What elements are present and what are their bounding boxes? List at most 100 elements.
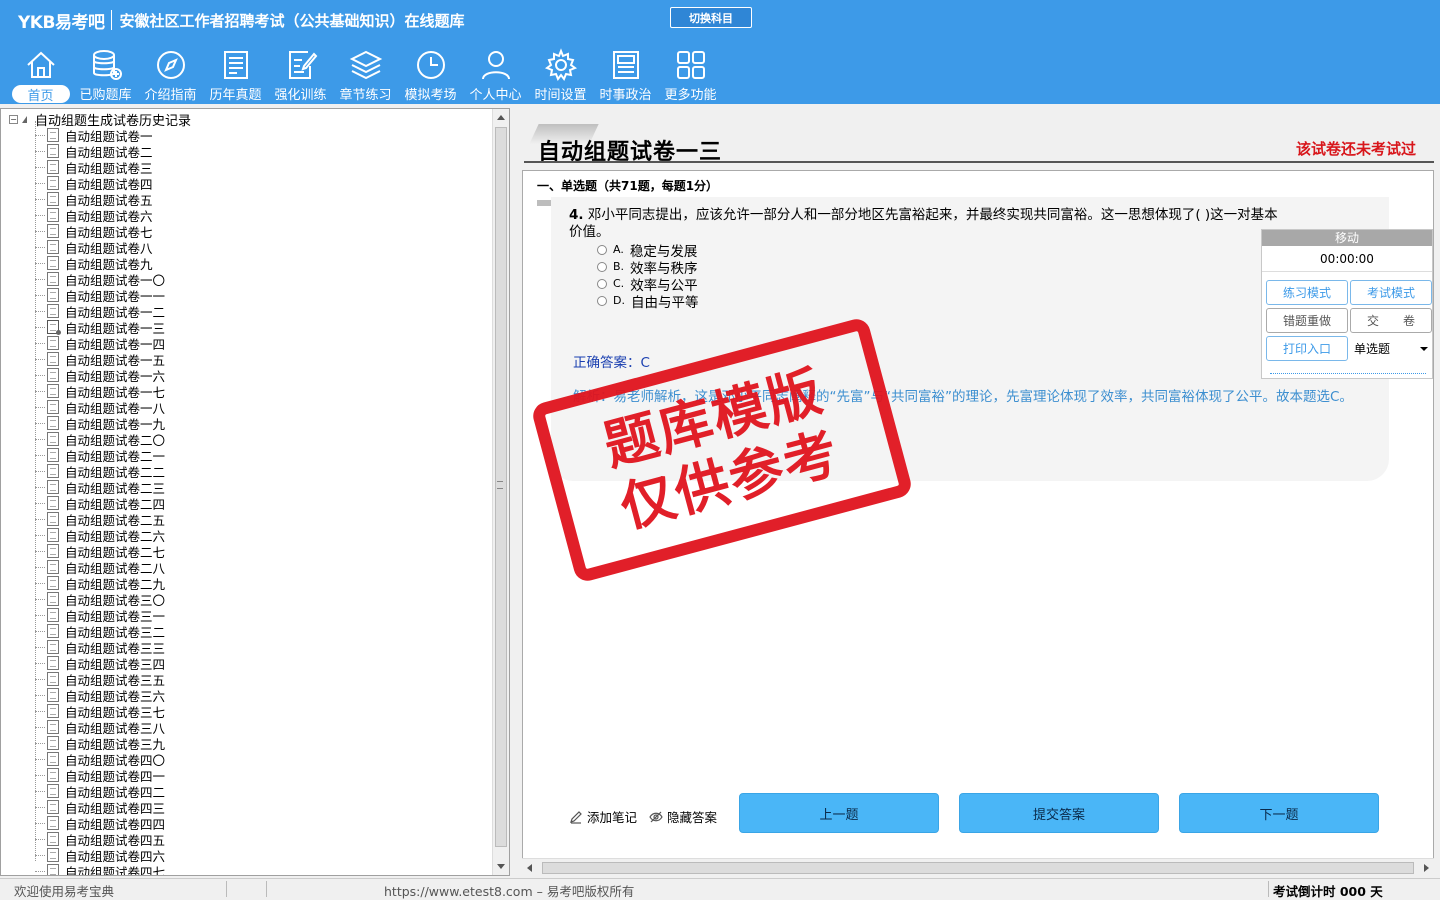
document-icon bbox=[47, 576, 59, 590]
app-title: 安徽社区工作者招聘考试（公共基础知识）在线题库 bbox=[119, 11, 465, 30]
radio-button[interactable] bbox=[597, 261, 607, 272]
tree-item-label: 自动组题试卷四七 bbox=[65, 864, 166, 876]
document-icon bbox=[47, 272, 59, 286]
scroll-up-icon[interactable] bbox=[497, 115, 505, 120]
prev-question-button[interactable]: 上一题 bbox=[739, 793, 939, 833]
nav-label: 更多功能 bbox=[664, 88, 717, 103]
tree-items: 自动组题试卷一 自动组题试卷二 自动组题试卷三 自动组题试卷四 自动组题试卷五 自动组题试… bbox=[1, 127, 165, 875]
document-icon bbox=[47, 848, 59, 862]
practice-mode-button[interactable]: 练习模式 bbox=[1266, 280, 1348, 305]
document-icon bbox=[47, 864, 59, 875]
document-icon bbox=[47, 192, 59, 206]
edit-doc-icon bbox=[288, 51, 317, 79]
correct-answer: 正确答案：C bbox=[573, 355, 650, 371]
option-a[interactable]: A. 稳定与发展 bbox=[597, 241, 698, 260]
option-b[interactable]: B. 效率与秩序 bbox=[597, 258, 698, 277]
document-icon bbox=[47, 832, 59, 846]
submit-paper-button[interactable]: 交 卷 bbox=[1350, 308, 1432, 333]
redo-wrong-button[interactable]: 错题重做 bbox=[1266, 308, 1348, 333]
compass-icon bbox=[156, 51, 185, 79]
gear-icon bbox=[544, 48, 577, 82]
document-icon bbox=[47, 704, 59, 718]
option-letter: B. bbox=[613, 260, 625, 273]
timer-panel: 移动 00:00:00 练习模式 考试模式 错题重做 交 卷 打印入口 单选题 bbox=[1261, 229, 1433, 379]
radio-button[interactable] bbox=[597, 278, 607, 289]
nav-label: 时事政治 bbox=[599, 88, 652, 103]
radio-button[interactable] bbox=[597, 244, 607, 255]
hide-answer-label: 隐藏答案 bbox=[667, 810, 718, 825]
status-separator bbox=[1268, 881, 1269, 897]
hide-answer-link[interactable]: 隐藏答案 bbox=[649, 807, 717, 826]
eye-off-icon bbox=[649, 811, 663, 822]
print-entry-button[interactable]: 打印入口 bbox=[1266, 336, 1348, 361]
nav-item-past-exams[interactable]: 历年真题 bbox=[203, 44, 268, 103]
nav-item-profile[interactable]: 个人中心 bbox=[463, 44, 528, 103]
nav-item-current-affairs[interactable]: 时事政治 bbox=[593, 44, 658, 103]
timer-buttons: 练习模式 考试模式 错题重做 交 卷 打印入口 单选题 bbox=[1266, 280, 1432, 364]
paper-history-panel: − 自动组题生成试卷历史记录 自动组题试卷一 自动组题试卷二 自动组题试卷三 自动组题… bbox=[0, 108, 510, 876]
database-icon bbox=[92, 50, 122, 80]
nav-label: 章节练习 bbox=[339, 88, 392, 103]
action-links: 添加笔记 隐藏答案 bbox=[569, 807, 729, 826]
nav-item-training[interactable]: 强化训练 bbox=[268, 44, 333, 103]
status-separator bbox=[266, 881, 267, 897]
timer-display: 00:00:00 bbox=[1262, 246, 1432, 272]
collapse-icon[interactable]: − bbox=[9, 114, 18, 124]
question-number: 4. bbox=[569, 207, 584, 223]
nav-item-more[interactable]: 更多功能 bbox=[658, 44, 723, 103]
pencil-icon bbox=[570, 810, 582, 824]
home-icon bbox=[26, 51, 55, 78]
document-icon bbox=[47, 496, 59, 510]
title-separator bbox=[111, 10, 113, 30]
tree-item[interactable]: 自动组题试卷四七 bbox=[1, 863, 165, 875]
document-icon bbox=[47, 608, 59, 622]
question-type-select[interactable]: 单选题 bbox=[1350, 336, 1432, 361]
nav-item-chapter[interactable]: 章节练习 bbox=[333, 44, 398, 103]
option-letter: A. bbox=[613, 243, 624, 256]
add-note-link[interactable]: 添加笔记 bbox=[569, 807, 637, 826]
scroll-left-icon[interactable] bbox=[527, 864, 532, 872]
nav-item-home[interactable]: 首页 bbox=[8, 44, 73, 104]
nav-item-mock-exam[interactable]: 模拟考场 bbox=[398, 44, 463, 103]
nav-item-time-settings[interactable]: 时间设置 bbox=[528, 44, 593, 103]
question-text: 4. 邓小平同志提出，应该允许一部分人和一部分地区先富裕起来，并最终实现共同富裕… bbox=[569, 207, 1279, 241]
submit-answer-button[interactable]: 提交答案 bbox=[959, 793, 1159, 833]
layers-icon bbox=[349, 50, 382, 80]
nav-label: 历年真题 bbox=[209, 88, 262, 103]
nav-label: 首页 bbox=[11, 85, 70, 104]
grid-icon bbox=[676, 51, 705, 79]
option-d[interactable]: D. 自由与平等 bbox=[597, 292, 698, 311]
nav-item-guide[interactable]: 介绍指南 bbox=[138, 44, 203, 103]
document-icon bbox=[47, 304, 59, 318]
add-note-label: 添加笔记 bbox=[587, 810, 638, 825]
document-icon bbox=[47, 480, 59, 494]
timer-move-handle[interactable]: 移动 bbox=[1262, 230, 1432, 246]
scroll-down-icon[interactable] bbox=[497, 864, 505, 869]
timer-footer-line bbox=[1270, 373, 1426, 374]
section-title: 一、单选题（共71题，每题1分） bbox=[537, 179, 719, 193]
radio-button[interactable] bbox=[597, 295, 607, 306]
content-horizontal-scrollbar[interactable] bbox=[522, 858, 1434, 876]
document-icon bbox=[47, 384, 59, 398]
user-icon bbox=[481, 51, 510, 80]
switch-subject-button[interactable]: 切换科目 bbox=[670, 7, 752, 28]
nav-item-purchased[interactable]: 已购题库 bbox=[73, 44, 138, 103]
next-question-button[interactable]: 下一题 bbox=[1179, 793, 1379, 833]
option-c[interactable]: C. 效率与公平 bbox=[597, 275, 698, 294]
document-icon bbox=[47, 736, 59, 750]
document-icon bbox=[47, 752, 59, 766]
status-bar: 欢迎使用易考宝典 https://www.etest8.com – 易考吧版权所… bbox=[0, 878, 1440, 900]
app-logo: YKB易考吧 bbox=[18, 12, 105, 33]
tree-vertical-scrollbar[interactable] bbox=[492, 109, 509, 875]
clock-icon bbox=[416, 51, 445, 79]
main-nav: 首页 已购题库 介绍指南 历年真题 强化训练 章节练习 模拟考场 个人中心 时间… bbox=[8, 44, 723, 104]
document-icon bbox=[47, 512, 59, 526]
scroll-right-icon[interactable] bbox=[1424, 864, 1429, 872]
paper-title-underline bbox=[524, 161, 1434, 163]
document-icon bbox=[47, 720, 59, 734]
scroll-thumb[interactable] bbox=[542, 862, 1414, 874]
exam-mode-button[interactable]: 考试模式 bbox=[1350, 280, 1432, 305]
paper-tree: − 自动组题生成试卷历史记录 自动组题试卷一 自动组题试卷二 自动组题试卷三 自动组题… bbox=[1, 109, 493, 875]
list-doc-icon bbox=[223, 51, 248, 79]
document-icon bbox=[47, 544, 59, 558]
